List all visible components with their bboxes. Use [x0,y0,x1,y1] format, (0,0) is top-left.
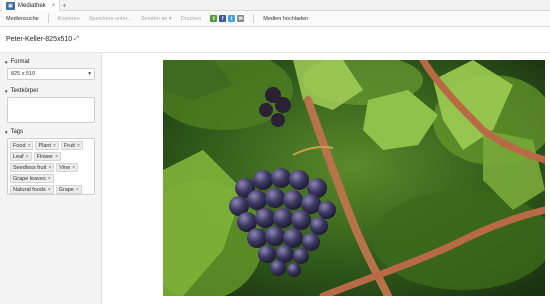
remove-icon[interactable]: × [77,143,80,149]
textkoerper-heading-label: Textkörper [10,88,39,94]
remove-icon[interactable]: × [72,165,75,171]
grape-photo[interactable] [163,60,545,296]
textkoerper-heading[interactable]: ▼ Textkörper [4,88,96,94]
tag-label: Grape leaves [13,175,46,182]
tab-mediathek[interactable]: ▣ Mediathek × [2,0,61,11]
tag-chip[interactable]: Seedless fruit × [10,163,55,172]
media-preview [103,53,550,304]
tags-heading[interactable]: ▼ Tags [4,129,96,135]
tags-heading-label: Tags [10,129,24,135]
format-heading[interactable]: ▼ Format [4,59,96,65]
tag-chip[interactable]: Fruit × [60,141,83,150]
tags-section: ▼ Tags Food × Plant × Fruit × Leaf × Flower ×… [4,129,96,195]
tag-chip[interactable]: Leaf × [10,152,32,161]
caret-down-icon: ▼ [4,88,9,94]
facebook-icon[interactable]: f [219,15,227,22]
tag-label: Seedless fruit [13,164,47,171]
properties-panel: ▼ Format 825 x 510 ▾ ▼ Textkörper ▼ Tags… [0,53,102,304]
mediathek-icon: ▣ [6,1,15,10]
mediensuche-button[interactable]: Mediensuche [6,16,39,22]
textkoerper-section: ▼ Textkörper [4,88,96,123]
page-title: Peter-Keller-825x510 [6,36,73,43]
toolbar: Mediensuche Kopieren Speichern unter... … [0,11,550,27]
tag-label: Natural foods [13,186,46,193]
format-section: ▼ Format 825 x 510 ▾ [4,59,96,80]
tag-chip[interactable]: Natural foods × [10,185,54,194]
remove-icon[interactable]: × [53,143,56,149]
toolbar-divider [47,14,49,23]
tag-label: Vine [59,164,71,171]
senden-an-label: Senden an [140,15,168,22]
title-row: Peter-Keller-825x510 ⤢ [0,27,550,53]
edit-icon[interactable]: ⤢ [74,36,79,43]
mail-icon[interactable]: ✉ [237,15,245,22]
share-icon[interactable]: ⇪ [210,15,218,22]
tag-chip[interactable]: Vine × [56,163,79,172]
share-icons: ⇪ f t ✉ [210,15,245,22]
add-tab-button[interactable]: + [62,0,67,11]
grape-vine-image [163,60,545,296]
chevron-down-icon: ▾ [88,71,91,77]
tag-chip[interactable]: Plant × [35,141,59,150]
tag-chip[interactable]: Flower × [33,152,62,161]
tag-label: Leaf [13,153,24,160]
remove-icon[interactable]: × [28,143,31,149]
close-icon[interactable]: × [52,3,56,9]
tag-label: Plant [38,142,52,149]
tab-bar: ▣ Mediathek × + [0,0,550,11]
textkoerper-field[interactable] [7,97,95,123]
remove-icon[interactable]: × [26,154,29,160]
caret-down-icon: ▼ [4,59,9,65]
tag-chip[interactable]: Grape leaves × [10,174,54,183]
format-heading-label: Format [10,59,30,65]
tag-chip[interactable]: Grape × [55,185,82,194]
medien-hochladen-button[interactable]: Medien hochladen [263,16,308,22]
format-value: 825 x 510 [11,71,36,77]
tag-label: Grape [58,186,74,193]
kopieren-button[interactable]: Kopieren [58,16,80,22]
speichern-unter-button[interactable]: Speichern unter... [89,16,132,22]
tag-label: Flower [36,153,54,160]
tag-label: Food [13,142,26,149]
tags-field[interactable]: Food × Plant × Fruit × Leaf × Flower × Seedle… [7,138,95,195]
chevron-down-icon: ▾ [169,15,172,22]
tag-label: Fruit [63,142,75,149]
toolbar-divider [253,14,255,23]
remove-icon[interactable]: × [76,187,79,193]
drucken-button[interactable]: Drucken [181,16,201,22]
remove-icon[interactable]: × [48,165,51,171]
remove-icon[interactable]: × [55,154,58,160]
tag-chip[interactable]: Food × [10,141,34,150]
remove-icon[interactable]: × [48,187,51,193]
tab-label: Mediathek [18,2,46,9]
remove-icon[interactable]: × [48,176,51,182]
format-select[interactable]: 825 x 510 ▾ [7,68,95,80]
senden-an-button[interactable]: Senden an ▾ [141,16,172,22]
caret-down-icon: ▼ [4,129,9,135]
twitter-icon[interactable]: t [228,15,236,22]
